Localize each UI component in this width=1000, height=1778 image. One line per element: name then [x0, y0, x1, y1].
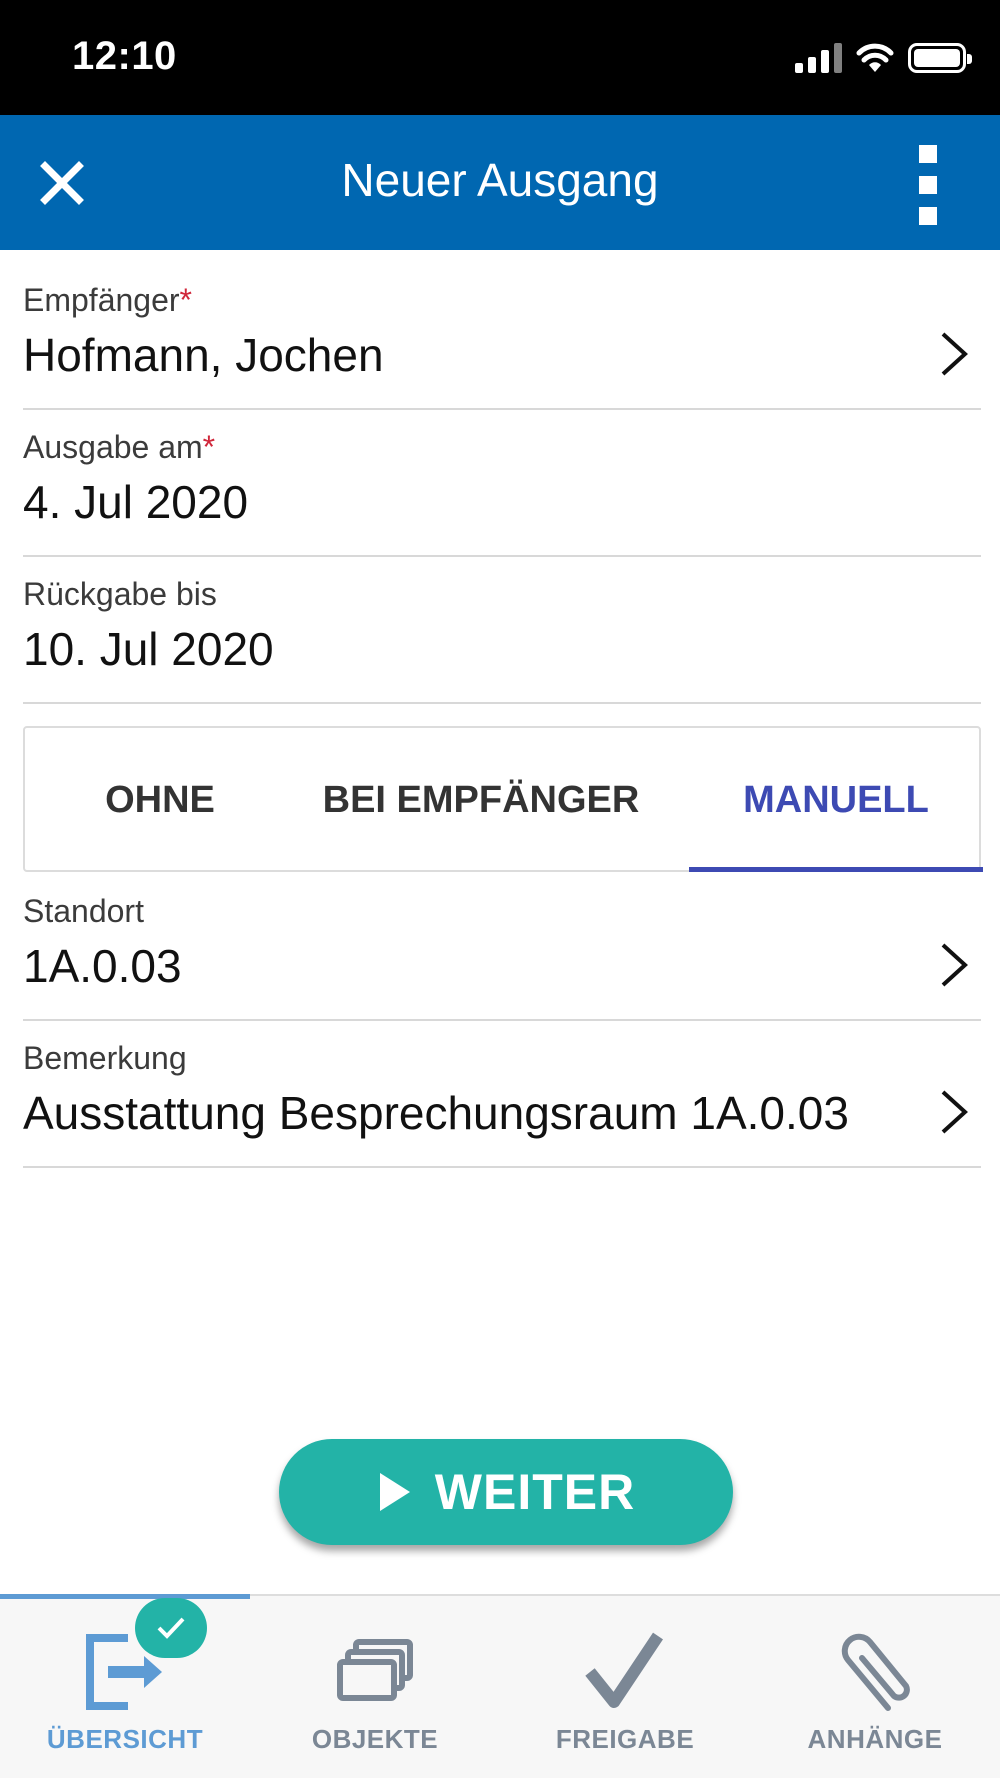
more-menu-button[interactable]	[908, 145, 948, 225]
app-bar: Neuer Ausgang	[0, 115, 1000, 250]
active-tab-indicator	[689, 867, 983, 872]
chevron-right-icon	[941, 943, 968, 987]
completed-badge	[135, 1598, 207, 1658]
nav-label-objekte: OBJEKTE	[311, 1724, 439, 1754]
stack-icon	[337, 1639, 413, 1701]
status-time: 12:10	[72, 34, 177, 78]
wifi-icon	[856, 43, 894, 72]
return-date-field[interactable]: Rückgabe bis 10. Jul 2020	[23, 576, 981, 704]
nav-label-anhaenge: ANHÄNGE	[807, 1724, 943, 1754]
issue-date-field[interactable]: Ausgabe am* 4. Jul 2020	[23, 429, 981, 557]
screen: 12:10 Neuer Ausgang Empfänger* Hofmann, …	[0, 0, 1000, 1778]
required-mark: *	[179, 282, 192, 318]
nav-item-objekte[interactable]: OBJEKTE	[250, 1596, 500, 1778]
tab-manuell[interactable]: MANUELL	[689, 728, 983, 872]
battery-icon	[908, 43, 972, 73]
nav-label-uebersicht: ÜBERSICHT	[46, 1724, 204, 1754]
more-vertical-icon	[919, 145, 937, 163]
chevron-right-icon	[941, 1090, 968, 1134]
tab-ohne[interactable]: OHNE	[47, 728, 273, 872]
play-icon	[379, 1473, 410, 1511]
remark-value: Ausstattung Besprechungsraum 1A.0.03	[23, 1087, 849, 1139]
required-mark: *	[202, 429, 216, 465]
signal-icon	[795, 43, 842, 73]
issue-date-value: 4. Jul 2020	[23, 476, 249, 528]
status-bar: 12:10	[0, 0, 1000, 115]
recipient-field[interactable]: Empfänger* Hofmann, Jochen	[23, 282, 981, 410]
nav-item-uebersicht[interactable]: ÜBERSICHT	[0, 1596, 250, 1778]
nav-item-freigabe[interactable]: FREIGABE	[500, 1596, 750, 1778]
nav-label-freigabe: FREIGABE	[555, 1724, 695, 1754]
return-date-value: 10. Jul 2020	[23, 623, 274, 675]
recipient-value: Hofmann, Jochen	[23, 329, 384, 381]
status-icons	[795, 40, 972, 76]
weiter-button[interactable]: WEITER	[279, 1439, 733, 1545]
location-label: Standort	[23, 893, 144, 929]
weiter-button-label: WEITER	[434, 1464, 636, 1520]
remark-field[interactable]: Bemerkung Ausstattung Besprechungsraum 1…	[23, 1040, 981, 1168]
check-icon	[157, 1617, 185, 1639]
remark-label: Bemerkung	[23, 1040, 187, 1076]
issue-date-label: Ausgabe am	[23, 429, 203, 465]
nav-item-anhaenge[interactable]: ANHÄNGE	[750, 1596, 1000, 1778]
location-field[interactable]: Standort 1A.0.03	[23, 893, 981, 1021]
page-title: Neuer Ausgang	[341, 154, 659, 206]
recipient-label: Empfänger	[23, 282, 180, 318]
location-value: 1A.0.03	[23, 940, 182, 992]
check-icon	[585, 1632, 663, 1708]
tab-bei-empfaenger[interactable]: BEI EMPFÄNGER	[273, 728, 689, 872]
chevron-right-icon	[941, 332, 968, 376]
paperclip-icon	[841, 1633, 910, 1711]
dispatch-mode-tabs: OHNE BEI EMPFÄNGER MANUELL	[23, 726, 983, 872]
return-date-label: Rückgabe bis	[23, 576, 217, 612]
